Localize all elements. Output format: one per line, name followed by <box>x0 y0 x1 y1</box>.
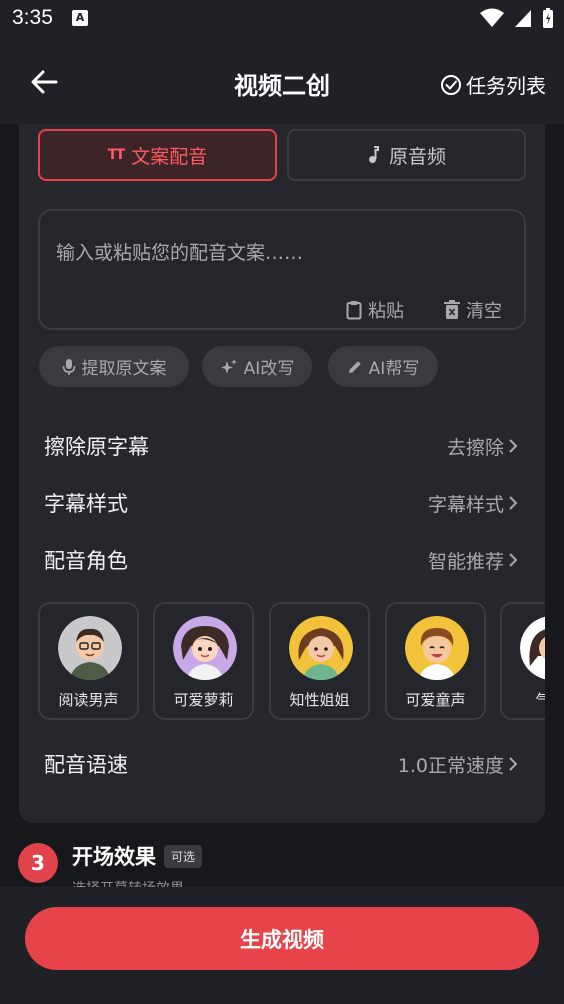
header: 视频二创 任务列表 <box>0 38 564 124</box>
extract-text-label: 提取原文案 <box>81 359 167 379</box>
tab-text-dubbing-label: 文案配音 <box>131 145 208 168</box>
voice-speed-value-text: 1.0正常速度 <box>397 754 504 777</box>
ai-write-chip[interactable]: AI帮写 <box>328 346 438 387</box>
music-note-icon <box>368 146 379 163</box>
chevron-right-icon <box>509 439 518 453</box>
extract-text-chip[interactable]: 提取原文案 <box>39 346 189 387</box>
subtitle-style-value-text: 字幕样式 <box>427 493 504 516</box>
paste-button[interactable]: 粘贴 <box>346 297 404 323</box>
voice-role-label: 配音角色 <box>44 549 128 573</box>
battery-icon <box>543 8 553 28</box>
erase-subtitle-label: 擦除原字幕 <box>44 435 149 459</box>
subtitle-style-value: 字幕样式 <box>428 490 518 517</box>
voice-role-value: 智能推荐 <box>428 547 518 574</box>
erase-subtitle-value-text: 去擦除 <box>446 436 504 459</box>
wifi-icon <box>480 8 504 27</box>
ai-rewrite-chip[interactable]: AI改写 <box>202 346 312 387</box>
tab-original-audio-label: 原音频 <box>388 145 446 168</box>
voice-role-row[interactable]: 配音角色 智能推荐 <box>44 545 518 575</box>
chevron-right-icon <box>509 496 518 510</box>
script-input-placeholder: 输入或粘贴您的配音文案…… <box>56 242 304 264</box>
avatar <box>58 616 122 680</box>
voice-name: 知性姐姐 <box>289 691 350 709</box>
tab-original-audio[interactable]: 原音频 <box>287 129 526 181</box>
tab-text-dubbing[interactable]: TT 文案配音 <box>38 129 277 181</box>
clipboard-icon <box>346 301 362 320</box>
chevron-right-icon <box>509 553 518 567</box>
voice-card[interactable]: 知性姐姐 <box>269 602 370 720</box>
avatar <box>289 616 353 680</box>
voice-card[interactable]: 阅读男声 <box>38 602 139 720</box>
subtitle-style-row[interactable]: 字幕样式 字幕样式 <box>44 488 518 518</box>
voice-card[interactable]: 可爱童声 <box>385 602 486 720</box>
pencil-icon <box>348 360 361 373</box>
check-circle-icon <box>441 74 461 95</box>
ai-rewrite-label: AI改写 <box>243 359 295 379</box>
voice-speed-value: 1.0正常速度 <box>398 751 518 778</box>
subtitle-style-label: 字幕样式 <box>44 492 128 516</box>
optional-badge: 可选 <box>164 844 203 868</box>
ai-write-label: AI帮写 <box>368 359 420 379</box>
voice-list: 阅读男声 可爱萝莉 知性姐姐 可爱童声 气 <box>38 602 545 720</box>
voice-name: 气质 <box>535 691 545 709</box>
avatar <box>173 616 237 680</box>
erase-subtitle-value: 去擦除 <box>447 433 518 460</box>
generate-video-button[interactable]: 生成视频 <box>25 907 539 970</box>
chevron-right-icon <box>509 757 518 771</box>
task-list-label: 任务列表 <box>466 74 546 98</box>
text-size-icon: TT <box>107 147 125 163</box>
sparkle-icon <box>220 358 237 374</box>
voice-name: 阅读男声 <box>58 691 119 709</box>
voice-card[interactable]: 可爱萝莉 <box>153 602 254 720</box>
system-icons <box>480 7 554 29</box>
step-number: 3 <box>18 843 58 883</box>
voice-name: 可爱童声 <box>405 691 466 709</box>
clear-button[interactable]: 清空 <box>444 297 502 323</box>
section-title: 开场效果 <box>72 845 156 869</box>
microphone-icon <box>62 358 75 375</box>
avatar <box>405 616 469 680</box>
erase-subtitle-row[interactable]: 擦除原字幕 去擦除 <box>44 431 518 461</box>
notification-icon: A <box>72 10 88 26</box>
bottom-bar: 生成视频 <box>0 887 564 1004</box>
task-list-button[interactable]: 任务列表 <box>440 70 546 99</box>
voice-speed-label: 配音语速 <box>44 753 128 777</box>
status-time: 3:35 <box>12 6 53 29</box>
status-bar: 3:35 A <box>0 0 564 38</box>
delete-icon <box>444 300 460 319</box>
voice-card[interactable]: 气质 <box>500 602 545 720</box>
signal-icon <box>515 10 531 27</box>
voice-role-value-text: 智能推荐 <box>427 550 504 573</box>
voice-speed-row[interactable]: 配音语速 1.0正常速度 <box>44 749 518 779</box>
avatar <box>520 616 545 680</box>
paste-label: 粘贴 <box>368 301 404 322</box>
voice-name: 可爱萝莉 <box>173 691 234 709</box>
clear-label: 清空 <box>466 301 502 322</box>
script-input[interactable]: 输入或粘贴您的配音文案…… 粘贴 清空 <box>38 209 526 330</box>
